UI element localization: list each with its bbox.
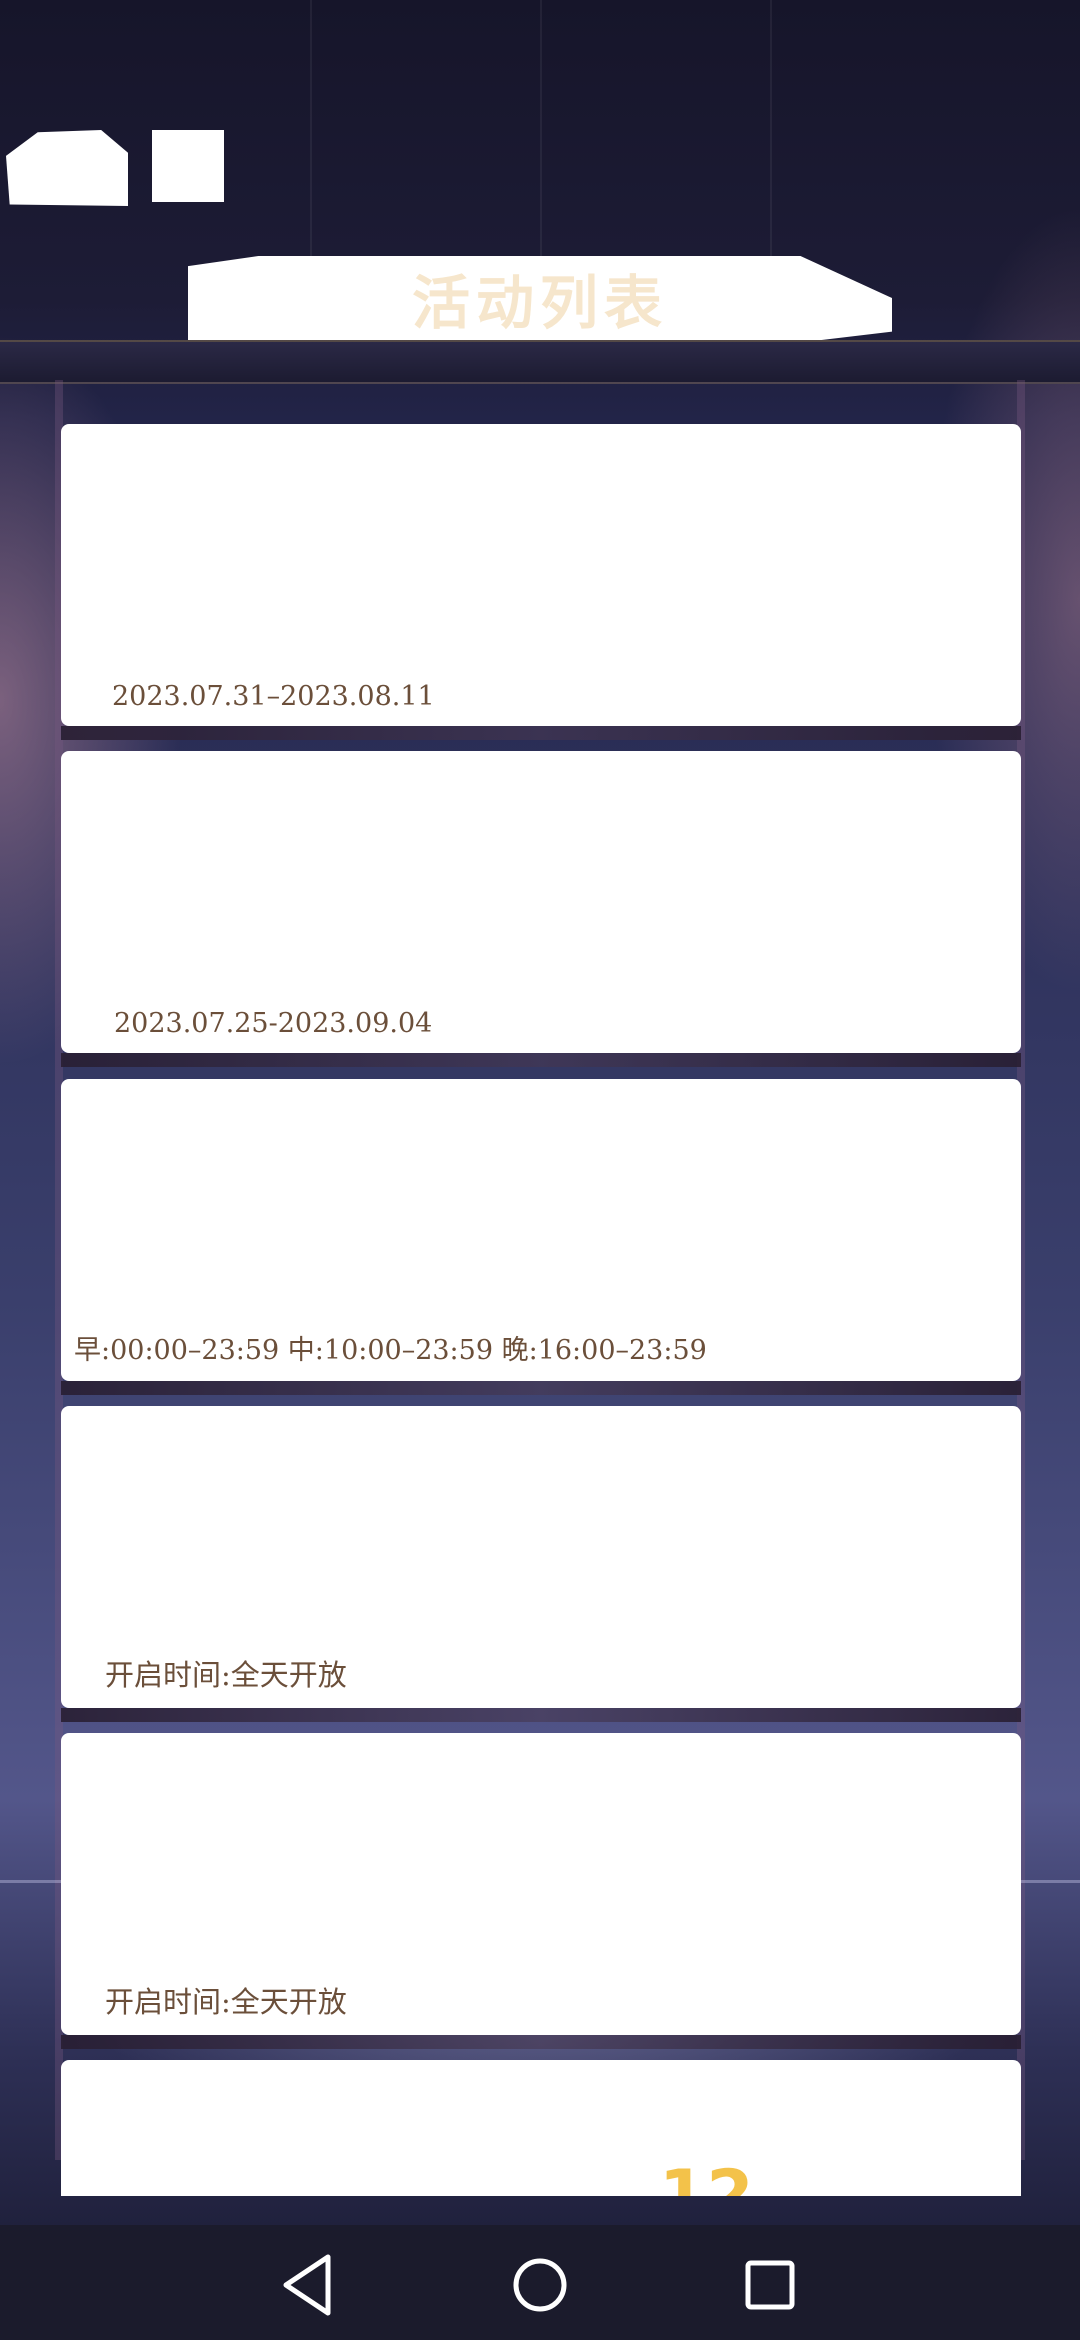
activity-card[interactable]: 2023.07.25-2023.09.04 [61,751,1021,1067]
activity-card[interactable]: 12 [61,2060,1021,2196]
circle-home-icon[interactable] [500,2245,580,2325]
system-nav-bar [0,2225,1080,2340]
activity-card[interactable]: 开启时间:全天开放 [61,1733,1021,2049]
triangle-back-icon[interactable] [270,2245,350,2325]
activity-number: 12 [659,2156,754,2196]
activity-time: 2023.07.31–2023.08.11 [112,681,435,712]
activity-time: 开启时间:全天开放 [105,1658,347,1692]
activity-time: 开启时间:全天开放 [105,1985,347,2019]
activity-card[interactable]: 开启时间:全天开放 [61,1406,1021,1722]
activity-time: 2023.07.25-2023.09.04 [114,1008,433,1039]
activity-card[interactable]: 早:00:00–23:59 中:10:00–23:59 晚:16:00–23:5… [61,1079,1021,1395]
square-recents-icon[interactable] [730,2245,810,2325]
activity-card[interactable]: 2023.07.31–2023.08.11 [61,424,1021,740]
activity-time: 早:00:00–23:59 中:10:00–23:59 晚:16:00–23:5… [74,1335,707,1366]
activity-list[interactable]: 2023.07.31–2023.08.11 2023.07.25-2023.09… [0,0,1080,2196]
